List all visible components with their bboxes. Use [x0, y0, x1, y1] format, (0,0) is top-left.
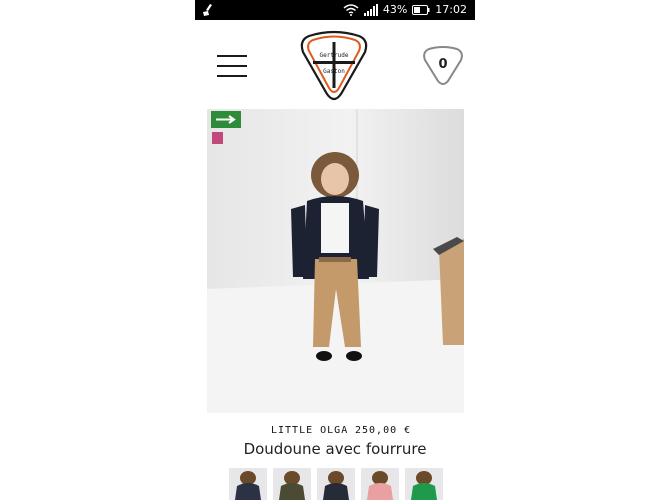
swatch-pink[interactable]	[361, 468, 399, 500]
swatch-green[interactable]	[405, 468, 443, 500]
swatch-khaki[interactable]	[273, 468, 311, 500]
product-photo-illustration	[207, 109, 464, 413]
product-photo[interactable]	[207, 109, 464, 413]
status-bar: 43% 17:02	[195, 0, 475, 20]
hamburger-menu-icon[interactable]	[217, 55, 247, 77]
phone-screen: 43% 17:02 Gertrude Gaston 0 LITTLE OLGA …	[195, 0, 475, 500]
product-description: Doudoune avec fourrure	[243, 440, 427, 458]
color-swatches	[229, 468, 459, 500]
battery-percent: 43%	[382, 3, 408, 16]
battery-icon	[412, 5, 430, 15]
wall-sticker	[212, 132, 223, 144]
product-name[interactable]: LITTLE OLGA	[271, 425, 348, 436]
svg-text:Gaston: Gaston	[323, 68, 345, 75]
wifi-icon	[343, 4, 359, 16]
swatch-navy[interactable]	[229, 468, 267, 500]
cart-count: 0	[438, 57, 448, 72]
letterbox-right	[475, 0, 670, 500]
letterbox-left	[0, 0, 195, 500]
svg-text:Gertrude: Gertrude	[320, 52, 349, 59]
product-meta: LITTLE OLGA 250,00 €	[195, 422, 475, 442]
brand-logo[interactable]: Gertrude Gaston	[299, 30, 369, 102]
signal-icon	[363, 4, 378, 16]
swatch-dark-navy[interactable]	[317, 468, 355, 500]
cart-button[interactable]: 0	[421, 46, 465, 86]
clock: 17:02	[435, 3, 467, 16]
product-price: 250,00 €	[355, 425, 412, 436]
broom-icon	[203, 4, 212, 16]
site-header: Gertrude Gaston 0	[195, 20, 475, 108]
exit-sign	[211, 111, 241, 128]
